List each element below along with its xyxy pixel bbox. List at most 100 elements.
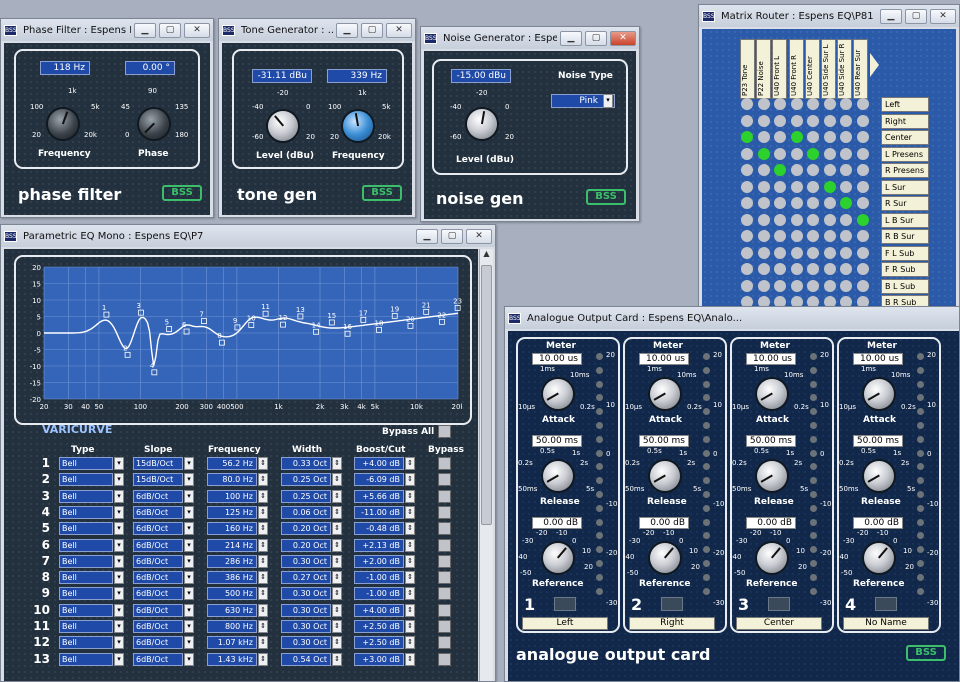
stepper-icon[interactable]: ⇕ [332,571,342,585]
titlebar[interactable]: BSS Analogue Output Card : Espens EQ\Ana… [505,307,959,329]
close-button[interactable]: ✕ [610,30,636,46]
titlebar[interactable]: BSS Parametric EQ Mono : Espens EQ\P7 ▁ … [1,225,495,247]
matrix-crosspoint[interactable] [807,180,819,193]
chevron-down-icon[interactable]: ▾ [114,554,124,568]
matrix-crosspoint[interactable] [790,279,803,292]
stepper-icon[interactable]: ⇕ [405,636,415,650]
matrix-crosspoint[interactable] [741,246,753,259]
release-display[interactable]: 50.00 ms [853,435,903,447]
matrix-crosspoint[interactable] [741,147,753,160]
chevron-down-icon[interactable]: ▾ [184,538,194,552]
stepper-icon[interactable]: ⇕ [332,636,342,650]
reference-display[interactable]: 0.00 dB [746,517,796,529]
band-bypass-checkbox[interactable] [438,571,451,585]
band-gain[interactable]: +3.00 dB [354,652,404,666]
matrix-crosspoint[interactable] [774,279,786,292]
band-gain[interactable]: -0.48 dB [354,522,404,536]
band-frequency[interactable]: 214 Hz [207,538,257,552]
stepper-icon[interactable]: ⇕ [332,554,342,568]
matrix-crosspoint[interactable] [856,213,869,226]
stepper-icon[interactable]: ⇕ [405,489,415,503]
reference-display[interactable]: 0.00 dB [639,517,689,529]
matrix-crosspoint[interactable] [807,164,819,176]
stepper-icon[interactable]: ⇕ [405,473,415,487]
chevron-down-icon[interactable]: ▾ [114,538,124,552]
chevron-down-icon[interactable]: ▾ [184,554,194,568]
maximize-button[interactable]: ▢ [159,22,181,38]
band-gain[interactable]: -11.00 dB [354,505,404,519]
band-width[interactable]: 0.30 Oct [281,620,331,633]
stepper-icon[interactable]: ⇕ [258,473,268,487]
chevron-down-icon[interactable]: ▾ [114,603,124,617]
stepper-icon[interactable]: ⇕ [258,554,268,568]
matrix-crosspoint[interactable] [774,131,786,143]
stepper-icon[interactable]: ⇕ [332,473,342,487]
band-slope[interactable]: 6dB/Oct [133,603,183,617]
matrix-crosspoint[interactable] [840,180,852,193]
matrix-crosspoint[interactable] [790,114,803,127]
stepper-icon[interactable]: ⇕ [405,620,415,633]
matrix-crosspoint[interactable] [741,263,753,275]
matrix-crosspoint[interactable] [823,164,836,176]
matrix-crosspoint[interactable] [823,279,836,292]
matrix-crosspoint[interactable] [757,131,770,143]
attack-knob[interactable] [757,379,787,409]
matrix-crosspoint[interactable] [840,246,852,259]
stepper-icon[interactable]: ⇕ [332,457,342,470]
band-width[interactable]: 0.54 Oct [281,652,331,666]
matrix-crosspoint[interactable] [856,246,869,259]
stepper-icon[interactable]: ⇕ [332,538,342,552]
close-button[interactable]: ✕ [930,8,956,24]
channel-name[interactable]: Right [629,617,715,630]
band-width[interactable]: 0.25 Oct [281,473,331,487]
attack-knob[interactable] [864,379,894,409]
titlebar[interactable]: BSS Phase Filter : Espens E... ▁ ▢ ✕ [1,19,213,41]
band-width[interactable]: 0.27 Oct [281,571,331,585]
band-type[interactable]: Bell [59,538,113,552]
chevron-down-icon[interactable]: ▾ [184,457,194,470]
matrix-crosspoint[interactable] [807,279,819,292]
matrix-crosspoint[interactable] [741,131,753,143]
frequency-display[interactable]: 339 Hz [327,69,387,83]
release-knob[interactable] [543,461,573,491]
matrix-crosspoint[interactable] [807,246,819,259]
matrix-crosspoint[interactable] [823,147,836,160]
attack-display[interactable]: 10.00 us [746,353,796,365]
matrix-crosspoint[interactable] [823,263,836,275]
stepper-icon[interactable]: ⇕ [405,587,415,601]
band-bypass-checkbox[interactable] [438,636,451,650]
matrix-crosspoint[interactable] [840,114,852,127]
chevron-down-icon[interactable]: ▾ [114,457,124,470]
band-gain[interactable]: -1.00 dB [354,587,404,601]
matrix-crosspoint[interactable] [774,230,786,242]
chevron-down-icon[interactable]: ▾ [114,473,124,487]
maximize-button[interactable]: ▢ [905,8,927,24]
close-button[interactable]: ✕ [466,228,492,244]
matrix-crosspoint[interactable] [840,147,852,160]
channel-name[interactable]: Left [522,617,608,630]
band-slope[interactable]: 6dB/Oct [133,571,183,585]
matrix-crosspoint[interactable] [807,230,819,242]
matrix-crosspoint[interactable] [774,246,786,259]
band-width[interactable]: 0.20 Oct [281,538,331,552]
band-width[interactable]: 0.30 Oct [281,554,331,568]
matrix-crosspoint[interactable] [823,98,836,110]
matrix-crosspoint[interactable] [856,197,869,209]
band-type[interactable]: Bell [59,571,113,585]
chevron-down-icon[interactable]: ▾ [184,473,194,487]
matrix-crosspoint[interactable] [790,230,803,242]
band-gain[interactable]: +2.00 dB [354,554,404,568]
attack-display[interactable]: 10.00 us [853,353,903,365]
matrix-crosspoint[interactable] [840,213,852,226]
matrix-crosspoint[interactable] [840,263,852,275]
matrix-crosspoint[interactable] [823,213,836,226]
chevron-down-icon[interactable]: ▾ [184,603,194,617]
matrix-crosspoint[interactable] [790,180,803,193]
maximize-button[interactable]: ▢ [585,30,607,46]
band-type[interactable]: Bell [59,522,113,536]
level-display[interactable]: -31.11 dBu [252,69,312,83]
chevron-down-icon[interactable]: ▾ [184,620,194,633]
matrix-crosspoint[interactable] [807,131,819,143]
band-width[interactable]: 0.20 Oct [281,522,331,536]
release-display[interactable]: 50.00 ms [746,435,796,447]
